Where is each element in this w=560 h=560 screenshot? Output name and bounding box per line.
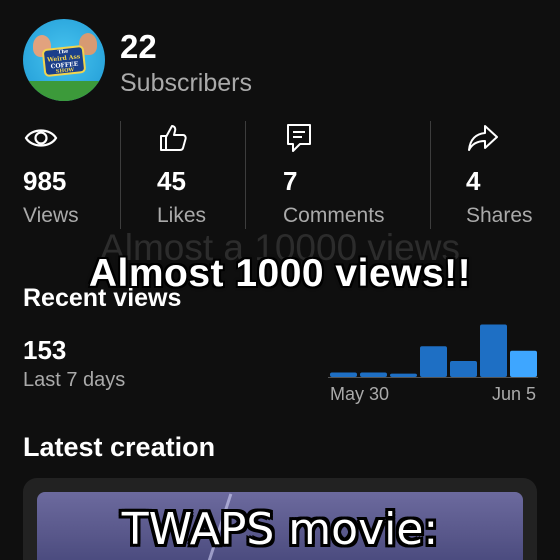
recent-views-chart[interactable] [328,320,538,378]
comment-icon [287,124,311,152]
stat-divider [245,121,246,229]
likes-value: 45 [157,166,186,196]
shares-label: Shares [466,204,533,227]
comments-value: 7 [283,166,298,196]
avatar-ground [23,81,105,101]
avatar-logo: The Weird Ass COFFEE SHOW [41,44,87,78]
chart-bar-jun-4 [480,324,507,377]
stat-shares[interactable]: 4 Shares [466,122,533,227]
latest-creation-title: Latest creation [23,432,216,462]
subscriber-count: 22 [120,28,157,65]
channel-avatar[interactable]: The Weird Ass COFFEE SHOW [23,19,105,101]
thumbnail-title: TWAPS movie: [121,504,439,555]
recent-views-period: Last 7 days [23,369,126,391]
overlay-caption: Almost 1000 views!! [88,252,472,295]
stat-views[interactable]: 985 Views [23,122,79,227]
chart-start-date: May 30 [330,384,390,404]
likes-label: Likes [157,204,207,227]
subscriber-label: Subscribers [120,69,252,97]
shares-value: 4 [466,166,481,196]
stat-comments[interactable]: 7 Comments [283,122,385,227]
comments-label: Comments [283,204,385,227]
views-label: Views [23,204,79,227]
thumbs-up-icon [160,125,187,151]
stat-likes[interactable]: 45 Likes [157,122,206,227]
stat-divider [430,121,431,229]
chart-bar-jun-2 [420,346,447,377]
eye-icon [24,129,58,147]
chart-end-date: Jun 5 [491,384,536,404]
stat-divider [120,121,121,229]
recent-views-count: 153 [23,335,67,365]
views-value: 985 [23,166,67,196]
chart-baseline [328,377,538,378]
share-icon [468,125,498,151]
chart-bar-jun-3 [450,361,477,377]
chart-bar-jun-5 [510,350,537,377]
